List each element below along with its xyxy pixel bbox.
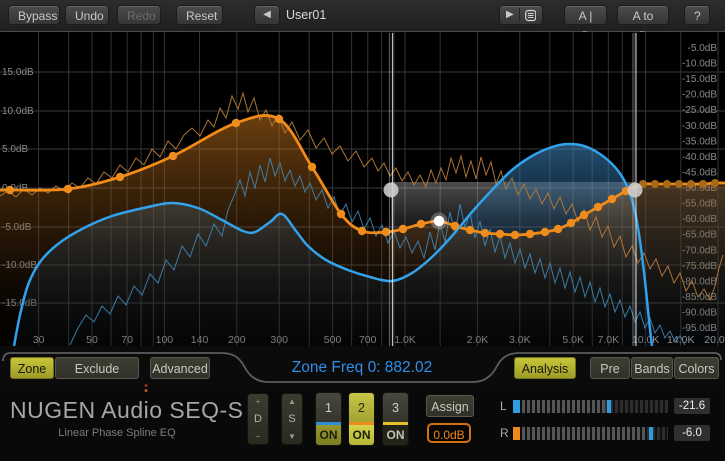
toolbar: Bypass Undo Redo Reset ◀ User01 ▶ A | B … (0, 0, 725, 32)
spline-node (496, 230, 504, 238)
spline-node (169, 152, 177, 160)
meter-l-label: L (500, 399, 513, 413)
spline-node (511, 231, 519, 239)
spline-node (64, 185, 72, 193)
bypass-button[interactable]: Bypass (8, 5, 60, 25)
eq-graph-area: 15.0dB10.0dB5.0dB0.0dB-5.0dB-10.0dB-15.0… (0, 32, 725, 346)
band-2-on-toggle[interactable]: ON (349, 425, 374, 445)
plus-icon[interactable]: + (256, 397, 261, 406)
band-1-on-toggle[interactable]: ON (316, 425, 341, 445)
level-meter-l (513, 400, 668, 413)
logo-dot-icon (145, 389, 148, 392)
spline-node (232, 119, 240, 127)
help-button[interactable]: ? (684, 5, 710, 25)
pre-button[interactable]: Pre (590, 357, 630, 379)
peak-marker (607, 400, 611, 413)
footer-panel: NUGEN Audio SEQ-S Linear Phase Spline EQ… (0, 386, 725, 461)
svg-text:-5.0dB: -5.0dB (688, 43, 718, 54)
svg-text:-30.0dB: -30.0dB (682, 121, 717, 132)
bands-button[interactable]: Bands (631, 357, 673, 379)
eq-graph[interactable]: 15.0dB10.0dB5.0dB0.0dB-5.0dB-10.0dB-15.0… (0, 32, 725, 346)
meter-l-value: -21.6 (674, 398, 710, 414)
redo-button[interactable]: Redo (117, 5, 161, 25)
peak-marker (649, 427, 653, 440)
spline-node (594, 203, 602, 211)
spline-node (308, 163, 316, 171)
spline-node (554, 225, 562, 233)
assign-button[interactable]: Assign (426, 395, 474, 417)
spline-node (275, 115, 283, 123)
spline-node (481, 229, 489, 237)
spline-node (608, 195, 616, 203)
spline-node (526, 230, 534, 238)
ab-compare-button[interactable]: A | B (564, 5, 607, 25)
meter-row-left: L -21.6 (500, 399, 710, 413)
spline-node (541, 228, 549, 236)
band-1-button[interactable]: 1 ON (315, 392, 342, 446)
zone-handle-left (384, 183, 399, 198)
svg-text:-25.0dB: -25.0dB (682, 105, 717, 116)
spline-node (687, 180, 695, 188)
spline-node (417, 220, 425, 228)
preset-list-icon[interactable] (525, 9, 536, 22)
s-control[interactable]: ▲ S ▼ (281, 393, 303, 445)
up-arrow-icon[interactable]: ▲ (288, 397, 296, 406)
band-3-on-toggle[interactable]: ON (383, 425, 408, 445)
logo-dot-icon (145, 384, 148, 387)
a-to-b-button[interactable]: A to B (617, 5, 669, 25)
band-3-button[interactable]: 3 ON (382, 392, 409, 446)
spline-node (580, 211, 588, 219)
gain-readout[interactable]: 0.0dB (427, 423, 471, 443)
preset-name[interactable]: User01 (286, 8, 326, 22)
d-control[interactable]: + D − (247, 393, 269, 445)
colors-button[interactable]: Colors (674, 357, 719, 379)
zone-bar: Zone Exclude Advanced Zone Freq 0: 882.0… (0, 346, 725, 386)
svg-text:-45.0dB: -45.0dB (682, 167, 717, 178)
spline-node (711, 179, 719, 187)
spline-node (567, 219, 575, 227)
svg-text:-10.0dB: -10.0dB (682, 59, 717, 70)
svg-text:10.0dB: 10.0dB (2, 106, 34, 117)
svg-text:-40.0dB: -40.0dB (682, 152, 717, 163)
advanced-button[interactable]: Advanced (150, 357, 210, 379)
meter-r-label: R (500, 426, 513, 440)
band-2-button[interactable]: 2 ON (348, 392, 375, 446)
undo-button[interactable]: Undo (65, 5, 109, 25)
seqs-plugin-window: Bypass Undo Redo Reset ◀ User01 ▶ A | B … (0, 0, 725, 461)
preset-play-list-group: ▶ (499, 5, 543, 25)
zone-freq-readout: Zone Freq 0: 882.02 (246, 357, 478, 379)
analysis-button[interactable]: Analysis (514, 357, 576, 379)
product-tagline: Linear Phase Spline EQ (12, 427, 222, 439)
divider (519, 8, 520, 22)
minus-icon[interactable]: − (256, 432, 261, 441)
spline-node (399, 225, 407, 233)
play-icon[interactable]: ▶ (506, 6, 514, 24)
spline-node (651, 180, 659, 188)
svg-text:-20.0dB: -20.0dB (682, 90, 717, 101)
brand-logo: NUGEN Audio SEQ-S (10, 397, 244, 424)
meter-row-right: R -6.0 (500, 426, 710, 440)
selected-spline-node (434, 216, 445, 227)
reset-button[interactable]: Reset (176, 5, 223, 25)
exclude-mode-button[interactable]: Exclude (55, 357, 139, 379)
spline-node (116, 173, 124, 181)
spline-node (466, 226, 474, 234)
level-meter-r (513, 427, 668, 440)
spline-node (337, 210, 345, 218)
zone-mode-button[interactable]: Zone (10, 357, 54, 379)
zone-handle-right (628, 183, 643, 198)
spline-node (451, 222, 459, 230)
svg-text:15.0dB: 15.0dB (2, 67, 34, 78)
svg-text:-35.0dB: -35.0dB (682, 136, 717, 147)
preset-prev-icon[interactable]: ◀ (254, 5, 280, 25)
spline-node (663, 180, 671, 188)
spline-node (358, 227, 366, 235)
spline-node (6, 186, 14, 194)
spline-node (675, 180, 683, 188)
spline-node (699, 180, 707, 188)
svg-text:5.0dB: 5.0dB (2, 144, 28, 155)
svg-text:-15.0dB: -15.0dB (682, 74, 717, 85)
down-arrow-icon[interactable]: ▼ (288, 432, 296, 441)
meter-r-value: -6.0 (674, 425, 710, 441)
